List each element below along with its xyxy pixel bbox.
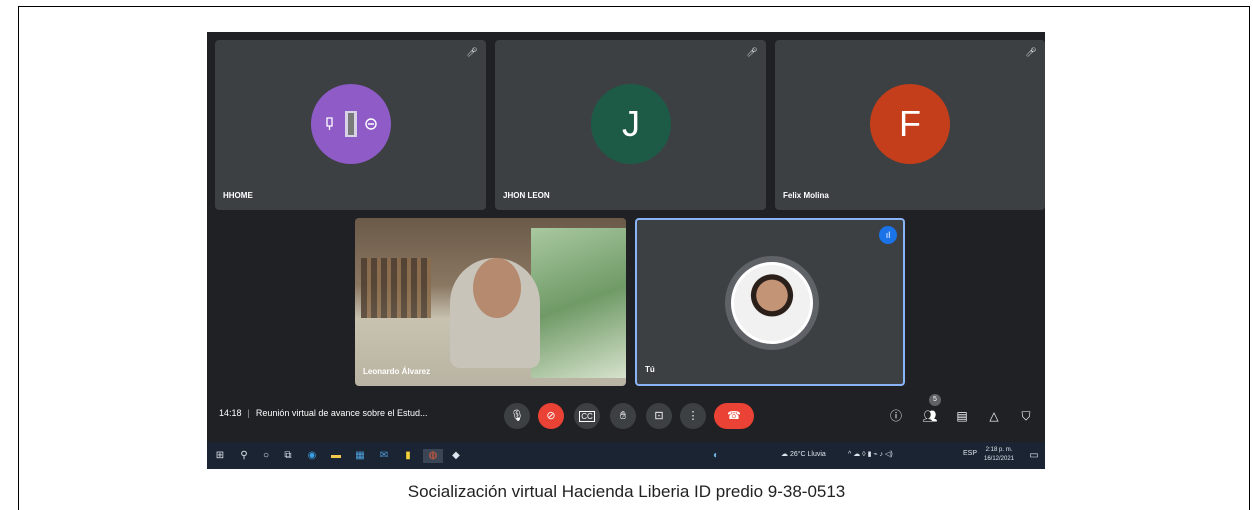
notification-icon: ▭ bbox=[1029, 450, 1039, 461]
cortana-button[interactable]: ○ bbox=[259, 449, 273, 463]
chat-icon: ▤ bbox=[956, 409, 968, 423]
clock-time: 2:18 p. m. bbox=[985, 447, 1013, 453]
chrome-icon: ◍ bbox=[428, 450, 438, 461]
meeting-title[interactable]: Reunión virtual de avance sobre el Estud… bbox=[256, 408, 428, 418]
taskbar-app-store[interactable]: ▦ bbox=[353, 449, 367, 463]
participant-tile-self[interactable]: ıl Tú bbox=[635, 218, 905, 386]
taskbar-clock[interactable]: 2:18 p. m. 16/12/2021 bbox=[984, 446, 1014, 464]
shield-icon: ⛉ bbox=[1021, 409, 1031, 423]
participant-tile-leonardo[interactable]: Leonardo Álvarez bbox=[355, 218, 626, 386]
meeting-time: 14:18 bbox=[219, 408, 242, 418]
help-icon: ◐ bbox=[712, 450, 720, 461]
windows-icon: ⊞ bbox=[215, 450, 225, 461]
camera-off-icon: ⊘ bbox=[546, 410, 556, 422]
meet-window: 🎤︎ HHOME 🎤︎ J JHON LEON 🎤︎ F Felix Molin… bbox=[207, 32, 1045, 469]
microphone-icon: 🎙︎ bbox=[510, 410, 524, 422]
mic-button[interactable]: 🎙︎ bbox=[504, 403, 530, 429]
task-view-button[interactable]: ⧉ bbox=[281, 449, 295, 463]
hangup-icon: ☎︎ bbox=[727, 410, 741, 422]
store-icon: ▦ bbox=[355, 450, 365, 461]
weather-icon: ☁︎ bbox=[781, 451, 790, 458]
taskbar-app-chrome[interactable]: ◍ bbox=[423, 449, 443, 463]
present-icon: ⊡ bbox=[654, 410, 664, 422]
language-indicator[interactable]: ESP bbox=[963, 450, 977, 457]
search-button[interactable]: ⚲ bbox=[237, 449, 251, 463]
avatar: J bbox=[591, 84, 671, 164]
meeting-controls-bar: 14:18 | Reunión virtual de avance sobre el… bbox=[207, 394, 1045, 438]
participant-name: HHOME bbox=[223, 191, 253, 200]
camera-video bbox=[355, 218, 626, 386]
taskbar-app-explorer[interactable]: ▬ bbox=[329, 449, 343, 463]
profile-photo bbox=[731, 262, 813, 344]
weather-widget[interactable]: ☁︎ 26°C Lluvia bbox=[781, 450, 826, 458]
more-options-button[interactable]: ⋮ bbox=[680, 403, 706, 429]
avatar bbox=[725, 256, 819, 350]
people-icon: 👥︎ bbox=[922, 409, 938, 423]
raise-hand-button[interactable]: ✋︎ bbox=[610, 403, 636, 429]
avatar: F bbox=[870, 84, 950, 164]
mic-off-icon: 🎤︎ bbox=[1025, 47, 1037, 57]
hand-icon: ✋︎ bbox=[619, 410, 627, 422]
activities-icon: △ bbox=[989, 409, 999, 423]
start-button[interactable]: ⊞ bbox=[213, 449, 227, 463]
mic-off-icon: 🎤︎ bbox=[746, 47, 758, 57]
chat-button[interactable]: ▤ bbox=[952, 406, 972, 426]
taskbar-app-other[interactable]: ◆ bbox=[449, 449, 463, 463]
participant-name: JHON LEON bbox=[503, 191, 550, 200]
taskbar-app-sticky[interactable]: ▮ bbox=[401, 449, 415, 463]
speaking-indicator-icon: ıl bbox=[879, 226, 897, 244]
participant-count-badge: 5 bbox=[929, 394, 941, 406]
system-tray-icons[interactable]: ^ ☁ ◊ ▮ ⌁ ♪ ◁) bbox=[848, 450, 893, 458]
captions-button[interactable]: CC bbox=[574, 403, 600, 429]
participant-name: Felix Molina bbox=[783, 191, 829, 200]
mail-icon: ✉︎ bbox=[379, 450, 389, 461]
person-head bbox=[473, 258, 521, 318]
circle-icon: ○ bbox=[262, 450, 270, 461]
shelf bbox=[361, 258, 431, 318]
tray-icons: ^ ☁ ◊ ▮ ⌁ ♪ ◁) bbox=[848, 451, 893, 458]
notifications-button[interactable]: ▭ bbox=[1027, 449, 1041, 463]
camera-toggle-button[interactable]: ⊘ bbox=[538, 403, 564, 429]
meeting-details-button[interactable]: ⓘ bbox=[886, 406, 906, 426]
activities-button[interactable]: △ bbox=[984, 406, 1004, 426]
separator: | bbox=[247, 408, 250, 418]
edge-icon: ◉ bbox=[307, 450, 317, 461]
hhome-logo-icon bbox=[326, 111, 377, 137]
figure-caption: Socialización virtual Hacienda Liberia I… bbox=[407, 482, 846, 501]
leave-call-button[interactable]: ☎︎ bbox=[714, 403, 754, 429]
meeting-info: 14:18 | Reunión virtual de avance sobre el… bbox=[219, 408, 427, 418]
captions-icon: CC bbox=[579, 411, 595, 422]
search-icon: ⚲ bbox=[240, 450, 248, 461]
task-view-icon: ⧉ bbox=[284, 450, 292, 461]
mic-off-icon: 🎤︎ bbox=[466, 47, 478, 57]
weather-text: 26°C Lluvia bbox=[789, 451, 826, 458]
participant-name: Tú bbox=[645, 365, 655, 374]
host-controls-button[interactable]: ⛉ bbox=[1016, 406, 1036, 426]
participant-name: Leonardo Álvarez bbox=[363, 367, 431, 376]
windows-taskbar: ⊞ ⚲ ○ ⧉ ◉ ▬ ▦ ✉︎ ▮ ◍ ◆ ◐ ☁︎ 26°C Lluvia … bbox=[207, 442, 1045, 469]
app-icon: ◆ bbox=[452, 450, 460, 461]
window bbox=[531, 228, 626, 378]
taskbar-app-edge[interactable]: ◉ bbox=[305, 449, 319, 463]
participant-tile-hhome[interactable]: 🎤︎ HHOME bbox=[215, 40, 486, 210]
people-button[interactable]: 👥︎ bbox=[920, 406, 940, 426]
taskbar-app-help[interactable]: ◐ bbox=[709, 449, 723, 463]
present-button[interactable]: ⊡ bbox=[646, 403, 672, 429]
participant-tile-jhon-leon[interactable]: 🎤︎ J JHON LEON bbox=[495, 40, 766, 210]
clock-date: 16/12/2021 bbox=[984, 456, 1015, 462]
note-icon: ▮ bbox=[405, 450, 411, 461]
folder-icon: ▬ bbox=[331, 450, 341, 461]
more-vert-icon: ⋮ bbox=[687, 410, 699, 422]
avatar bbox=[311, 84, 391, 164]
info-icon: ⓘ bbox=[889, 409, 902, 423]
participant-tile-felix-molina[interactable]: 🎤︎ F Felix Molina bbox=[775, 40, 1045, 210]
taskbar-app-mail[interactable]: ✉︎ bbox=[377, 449, 391, 463]
